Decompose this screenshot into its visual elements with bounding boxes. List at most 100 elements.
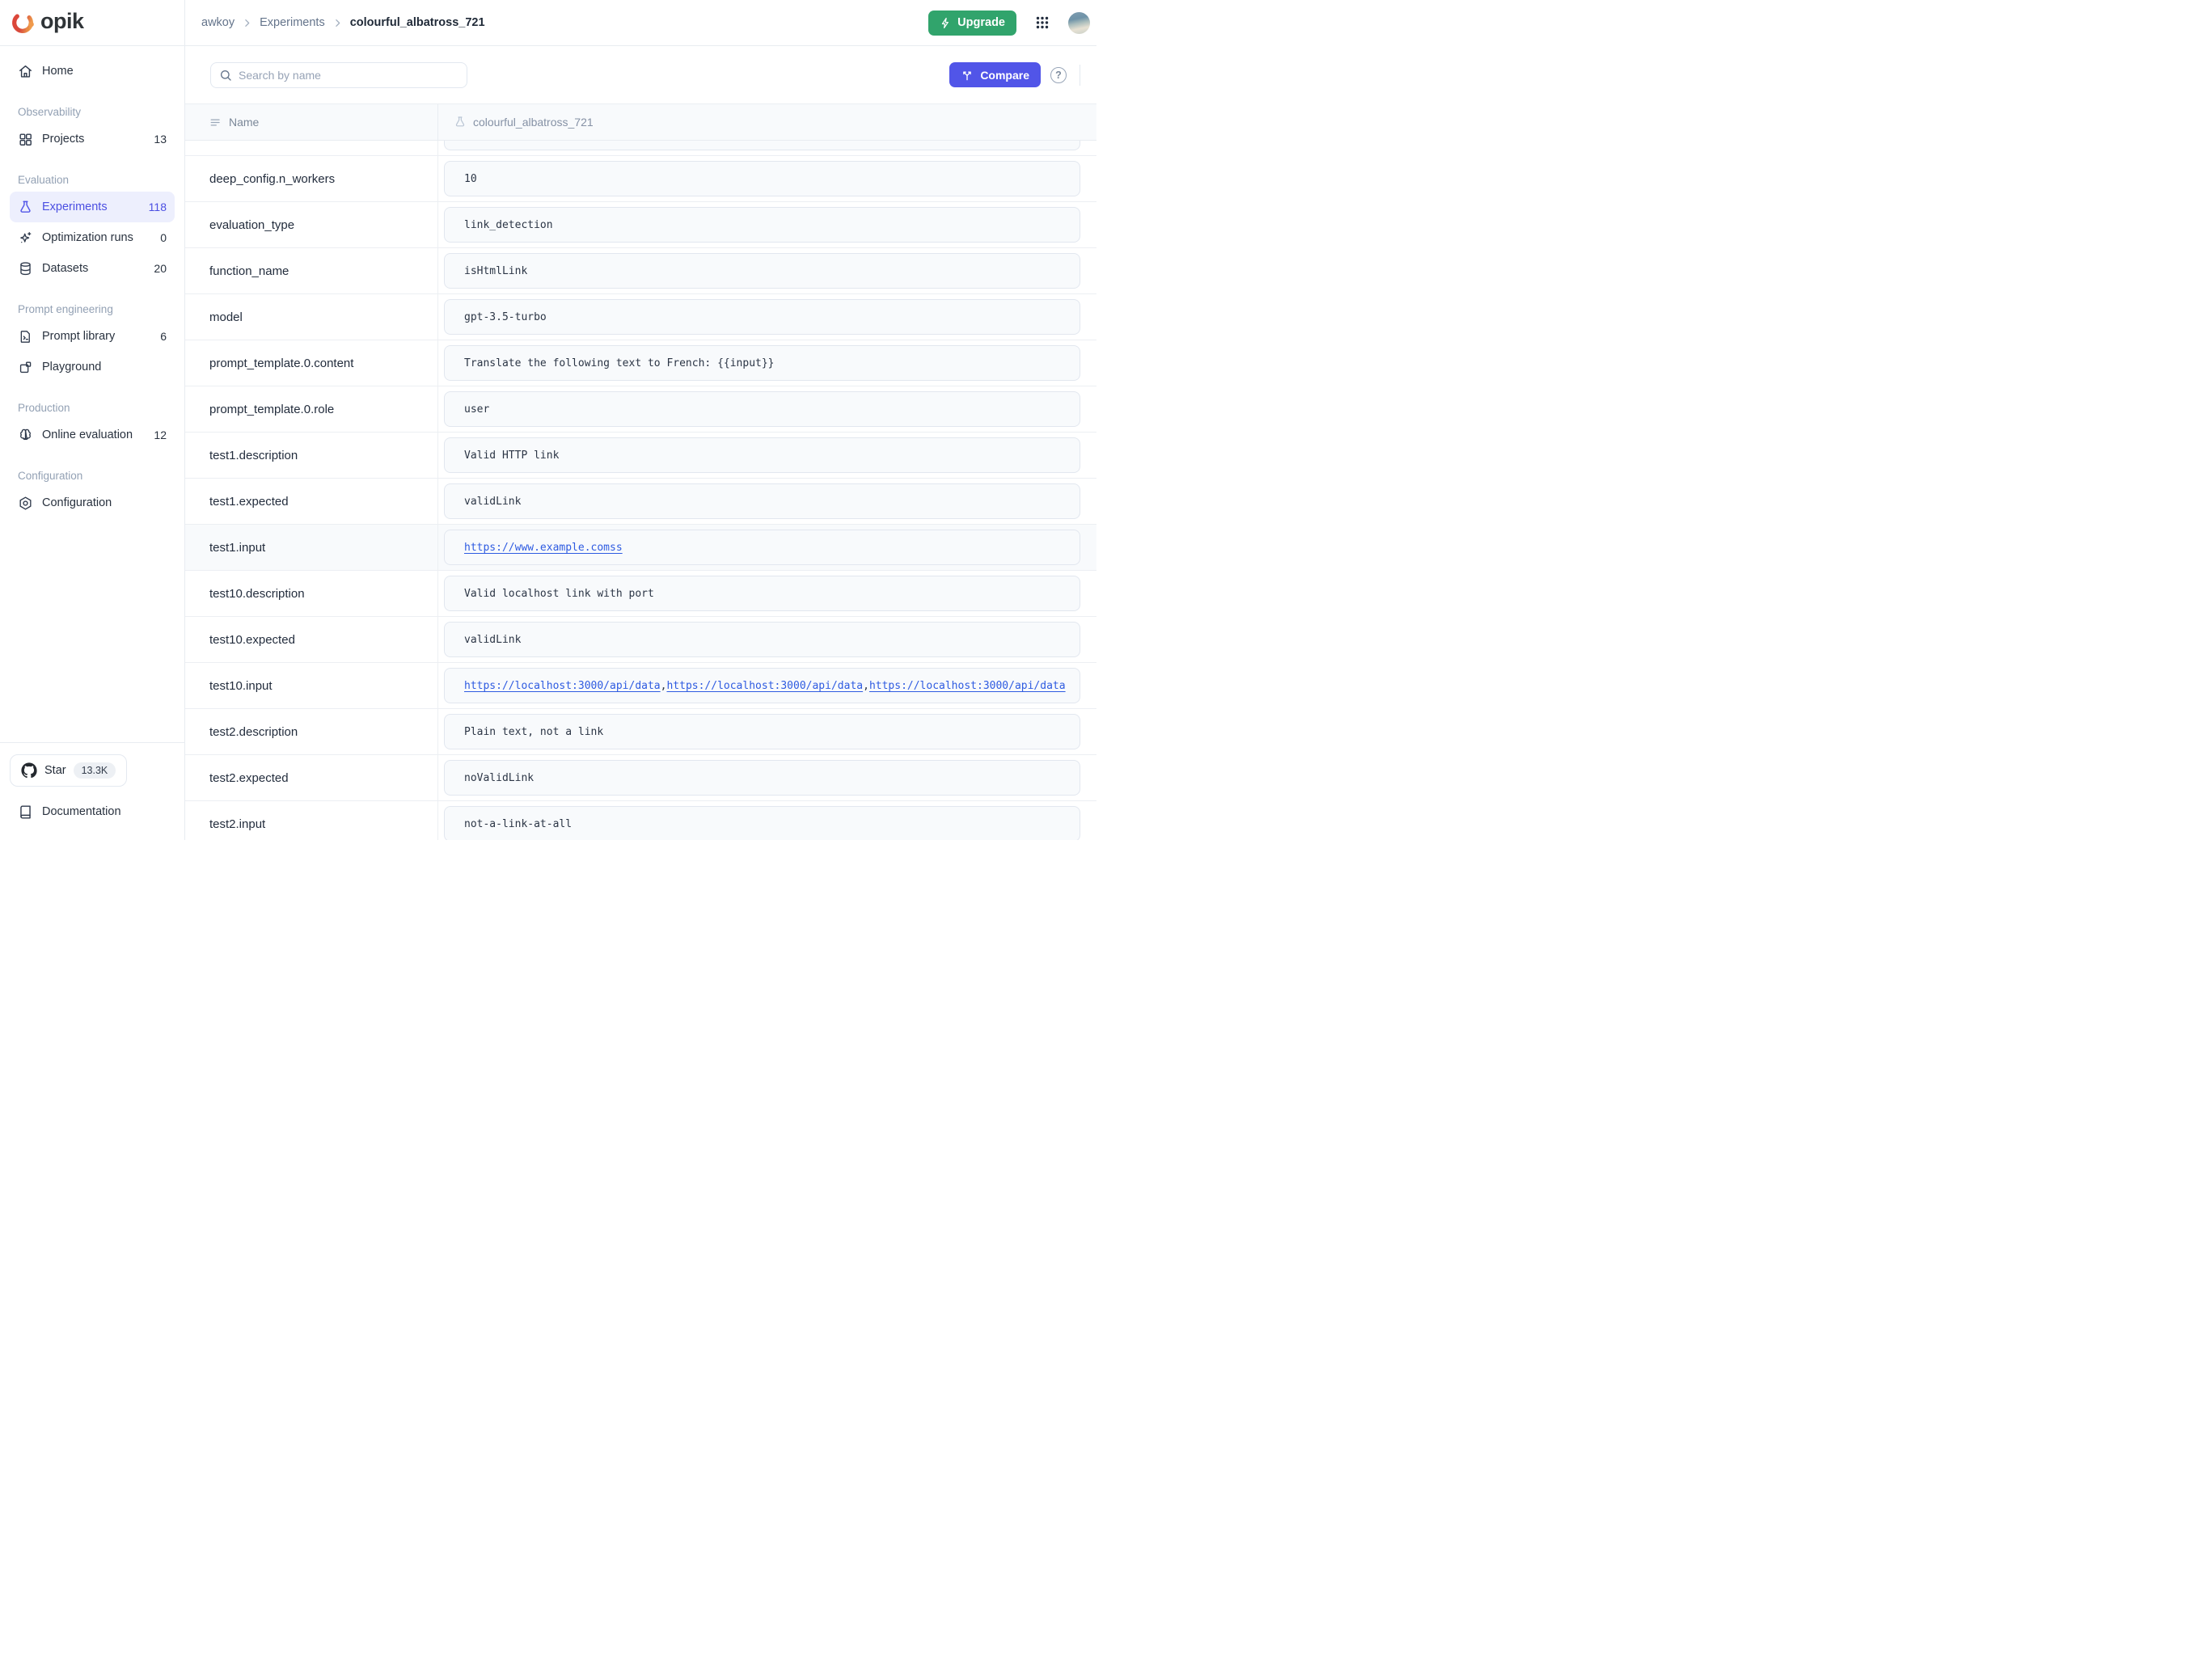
value-link[interactable]: https://localhost:3000/api/data [464,680,661,692]
row-value-box: Valid HTTP link [444,437,1080,473]
row-name: test2.description [209,725,298,739]
opik-app: opik Home Observability Projects 13 [0,0,1096,840]
sidebar-item-playground[interactable]: Playground [10,352,175,382]
sidebar-item-projects[interactable]: Projects 13 [10,124,175,154]
breadcrumb: awkoy Experiments colourful_albatross_72… [201,16,485,29]
row-value-box: Plain text, not a link [444,714,1080,749]
row-name: prompt_template.0.role [209,403,334,416]
column-header-experiment[interactable]: colourful_albatross_721 [438,104,1096,140]
value-text: Valid localhost link with port [464,588,654,600]
app-grid-icon[interactable] [1036,16,1049,29]
logo[interactable]: opik [0,0,184,46]
row-value-cell: noValidLink [438,755,1096,800]
sidebar-item-label: Experiments [42,201,108,213]
sidebar-item-count: 20 [154,262,167,275]
value-text: validLink [464,634,521,646]
row-name: test10.expected [209,633,295,647]
brain-icon [18,428,33,443]
search-input[interactable] [210,62,467,88]
compare-label: Compare [980,69,1029,82]
sidebar-divider [0,742,184,743]
table-row: test10.input https://localhost:3000/api/… [185,663,1096,709]
value-link[interactable]: https://www.example.comss [464,542,623,554]
sidebar-item-prompt-library[interactable]: Prompt library 6 [10,321,175,352]
branch-compare-icon [961,69,974,82]
breadcrumb-experiments[interactable]: Experiments [260,16,325,29]
value-text: user [464,403,489,416]
row-value-box: not-a-link-at-all [444,806,1080,840]
table-row: test10.expected validLink [185,617,1096,663]
value-text: Plain text, not a link [464,726,603,738]
upgrade-button[interactable]: Upgrade [928,11,1016,36]
row-value-box: link_detection [444,207,1080,243]
row-value-cell: https://www.example.comss [438,525,1096,570]
value-link[interactable]: https://localhost:3000/api/data [666,680,863,692]
value-text: , [863,680,869,692]
table-row: function_name isHtmlLink [185,248,1096,294]
row-name-cell: prompt_template.0.content [185,340,438,386]
breadcrumb-workspace[interactable]: awkoy [201,16,235,29]
row-name: test10.input [209,679,273,693]
sidebar-item-experiments[interactable]: Experiments 118 [10,192,175,222]
row-name-cell: test1.description [185,433,438,478]
breadcrumb-current: colourful_albatross_721 [350,16,485,29]
text-lines-icon [209,116,222,129]
row-value-box: Translate the following text to French: … [444,345,1080,381]
row-name: function_name [209,264,289,278]
github-icon [21,762,37,779]
value-text: validLink [464,496,521,508]
star-count-badge: 13.3K [74,762,116,779]
flask-icon [18,200,33,215]
projects-icon [18,132,33,147]
column-header-label: Name [229,116,259,129]
row-value-box: isHtmlLink [444,253,1080,289]
table-header: Name colourful_albatross_721 [185,104,1096,141]
github-star-button[interactable]: Star 13.3K [10,754,127,787]
search-icon [219,69,232,86]
row-value-box: user [444,391,1080,427]
sidebar-item-datasets[interactable]: Datasets 20 [10,253,175,284]
row-name: model [209,310,243,324]
row-value-box: gpt-3.5-turbo [444,299,1080,335]
column-header-name[interactable]: Name [185,104,438,140]
value-text: noValidLink [464,772,534,784]
help-icon[interactable]: ? [1050,67,1067,83]
database-icon [18,261,33,276]
row-value-cell: not-a-link-at-all [438,801,1096,840]
row-value-box: 10 [444,161,1080,196]
lightning-icon [940,17,952,29]
experiment-config-table: Name colourful_albatross_721 deep_config… [185,103,1096,840]
user-avatar[interactable] [1068,12,1090,34]
sidebar-item-online-evaluation[interactable]: Online evaluation 12 [10,420,175,450]
topbar: awkoy Experiments colourful_albatross_72… [185,0,1096,46]
table-row: model gpt-3.5-turbo [185,294,1096,340]
value-text: isHtmlLink [464,265,527,277]
sidebar-item-optimization-runs[interactable]: Optimization runs 0 [10,222,175,253]
sidebar-item-count: 118 [149,201,167,213]
row-value-box: validLink [444,483,1080,519]
section-title-observability: Observability [18,106,167,118]
home-icon [18,64,33,79]
compare-button[interactable]: Compare [949,62,1041,87]
flask-icon [454,116,467,129]
upgrade-label: Upgrade [957,16,1005,29]
row-value-cell: user [438,386,1096,432]
sidebar-item-configuration[interactable]: Configuration [10,488,175,518]
playground-icon [18,360,33,375]
sidebar-item-documentation[interactable]: Documentation [10,796,175,827]
row-value-cell: link_detection [438,202,1096,247]
sidebar: opik Home Observability Projects 13 [0,0,185,840]
table-row: prompt_template.0.role user [185,386,1096,433]
sidebar-item-home[interactable]: Home [10,56,175,87]
sidebar-item-count: 0 [160,231,167,244]
row-value-box: https://localhost:3000/api/data, https:/… [444,668,1080,703]
sidebar-item-label: Prompt library [42,330,115,343]
value-link[interactable]: https://localhost:3000/api/data [869,680,1066,692]
row-value-cell: validLink [438,479,1096,524]
section-title-prompt-engineering: Prompt engineering [18,303,167,315]
section-title-evaluation: Evaluation [18,174,167,186]
sidebar-item-label: Online evaluation [42,428,133,441]
experiment-toolbar: Compare ? [185,46,1096,103]
value-text: not-a-link-at-all [464,818,572,830]
row-name-cell: test10.input [185,663,438,708]
